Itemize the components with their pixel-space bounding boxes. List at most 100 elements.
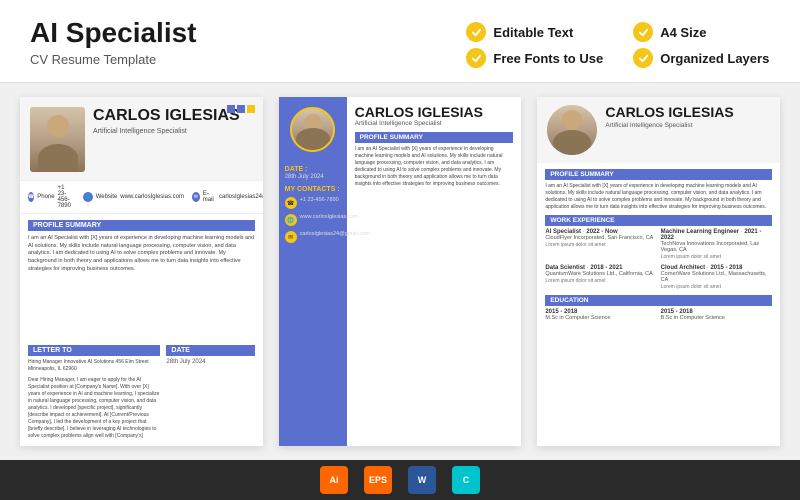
cv2-profile-text: I am an AI Specialist with [X] years of … — [355, 146, 514, 188]
word-icon-label: W — [418, 475, 427, 485]
feature-organized-layers: Organized Layers — [633, 48, 770, 68]
phone-icon: ☎ — [28, 192, 34, 202]
cv3-profile-section: PROFILE SUMMARY — [545, 169, 772, 180]
cv3-name-area: CARLOS IGLESIAS Artificial Intelligence … — [605, 105, 733, 129]
cv2-profile-section: PROFILE SUMMARY — [355, 132, 514, 143]
cv2-email-row: ✉ carlosIglesias24@gmail.com — [285, 231, 341, 243]
cv3-education-grid: 2015 - 2018 M.Sc in Computer Science 201… — [545, 309, 772, 321]
cv3-profile-text: I am an AI Specialist with [X] years of … — [545, 183, 772, 211]
cv3-exp2-company: TechNova Innovations Incorporated, Las V… — [661, 241, 772, 253]
cv1-date-title: DATE — [166, 345, 254, 356]
check-icon-fonts — [466, 48, 486, 68]
cv3-work-section: WORK EXPERIENCE — [545, 215, 772, 226]
cv1-person-title: Artificial Intelligence Specialist — [93, 128, 253, 135]
cv1-profile-text: I am an AI Specialist with [X] years of … — [28, 235, 255, 273]
cv1-photo — [30, 107, 85, 172]
cv-preview-1: CARLOS IGLESIAS Artificial Intelligence … — [20, 97, 263, 446]
cv1-website-value: www.carlosIglesias.com — [120, 194, 184, 200]
cv3-exp4-text: Lorem ipsum dolor sit amet — [661, 284, 772, 291]
check-icon-a4 — [633, 22, 653, 42]
cv2-inner: DATE : 28th July 2024 MY CONTACTS : ☎ +1… — [279, 97, 522, 446]
cv3-exp-1: AI Specialist · 2022 - Now CloudFlyer In… — [545, 229, 656, 261]
feature-label-fonts: Free Fonts to Use — [493, 51, 603, 66]
cv3-exp3-company: QuantumWare Solutions Ltd., California, … — [545, 271, 656, 277]
page-subtitle: CV Resume Template — [30, 52, 197, 67]
feature-label-layers: Organized Layers — [660, 51, 769, 66]
cv3-exp-3: Data Scientist · 2018 - 2021 QuantumWare… — [545, 265, 656, 291]
cv3-edu2-degree: B.Sc in Computer Science — [661, 315, 772, 321]
eps-icon-label: EPS — [369, 475, 387, 485]
page-title: AI Specialist — [30, 18, 197, 49]
cv1-email-label: E-mail — [203, 191, 216, 203]
cv1-profile-section: PROFILE SUMMARY — [28, 220, 255, 231]
cv2-person-name: CARLOS IGLESIAS — [355, 105, 514, 120]
cv-preview-2: DATE : 28th July 2024 MY CONTACTS : ☎ +1… — [279, 97, 522, 446]
website-icon: 🌐 — [83, 192, 93, 202]
cv1-phone-label: Phone — [37, 194, 54, 200]
bottom-icons-bar: Ai EPS W C — [0, 460, 800, 500]
cv3-exp4-company: CornerWare Solutions Ltd., Massachusetts… — [661, 271, 772, 283]
cv2-phone-value: +1 23-456-7890 — [300, 197, 339, 204]
cv1-body: PROFILE SUMMARY I am an AI Specialist wi… — [20, 214, 263, 345]
cv1-decorative-squares — [227, 105, 255, 113]
cv2-website-icon: 🌐 — [285, 214, 297, 226]
cv2-website-row: 🌐 www.carlosIglesias.com — [285, 214, 341, 226]
cv1-bottom: LETTER TO Hiring Manager Innovative AI S… — [20, 345, 263, 446]
page-wrapper: AI Specialist CV Resume Template Editabl… — [0, 0, 800, 500]
cv1-date-value: 28th July 2024 — [166, 359, 254, 365]
cv2-email-icon: ✉ — [285, 231, 297, 243]
cv2-date-section: DATE : 28th July 2024 MY CONTACTS : ☎ +1… — [279, 160, 347, 254]
cv2-person-silhouette — [292, 109, 333, 150]
cv2-date-label: DATE : — [285, 166, 341, 173]
feature-label-editable: Editable Text — [493, 25, 573, 40]
main-content: CARLOS IGLESIAS Artificial Intelligence … — [0, 83, 800, 460]
header-left: AI Specialist CV Resume Template — [30, 18, 197, 67]
cv3-edu1-degree: M.Sc in Computer Science — [545, 315, 656, 321]
cv3-header: CARLOS IGLESIAS Artificial Intelligence … — [537, 97, 780, 163]
cv-preview-3: CARLOS IGLESIAS Artificial Intelligence … — [537, 97, 780, 446]
cv1-letter-section: LETTER TO Hiring Manager Innovative AI S… — [28, 345, 160, 440]
cv1-letter-to: Hiring Manager Innovative AI Solutions 4… — [28, 359, 160, 373]
cv3-exp2-text: Lorem ipsum dolor sit amet — [661, 254, 772, 261]
cv3-exp-2: Machine Learning Engineer · 2021 - 2022 … — [661, 229, 772, 261]
cv3-exp3-text: Lorem ipsum dolor sit amet — [545, 278, 656, 285]
canva-icon: C — [452, 466, 480, 494]
cv1-letter-body: Dear Hiring Manager, I am eager to apply… — [28, 377, 160, 440]
features-grid: Editable Text A4 Size Free Fonts to Use … — [466, 22, 770, 68]
cv3-person-silhouette — [547, 105, 597, 155]
feature-editable-text: Editable Text — [466, 22, 603, 42]
cv3-experience-grid: AI Specialist · 2022 - Now CloudFlyer In… — [545, 229, 772, 290]
cv2-phone-icon: ☎ — [285, 197, 297, 209]
word-icon: W — [408, 466, 436, 494]
cv2-right-col: CARLOS IGLESIAS Artificial Intelligence … — [347, 97, 522, 446]
cv3-exp1-text: Lorem ipsum dolor sit amet — [545, 242, 656, 249]
cv3-body: PROFILE SUMMARY I am an AI Specialist wi… — [537, 163, 780, 446]
cv3-exp1-company: CloudFlyer Incorporated, San Francisco, … — [545, 235, 656, 241]
cv1-email-contact: ✉ E-mail carlosIglesias24@gmail.com — [192, 185, 263, 209]
cv3-edu-1: 2015 - 2018 M.Sc in Computer Science — [545, 309, 656, 321]
feature-a4-size: A4 Size — [633, 22, 770, 42]
cv2-contacts-label: MY CONTACTS : — [285, 186, 341, 193]
check-icon-layers — [633, 48, 653, 68]
cv1-phone-value: +1 23-456-7890 — [58, 185, 75, 209]
eps-icon: EPS — [364, 466, 392, 494]
cv3-education-section: EDUCATION — [545, 295, 772, 306]
cv2-date-value: 28th July 2024 — [285, 174, 341, 180]
email-icon: ✉ — [192, 192, 200, 202]
cv2-photo-area — [279, 97, 347, 160]
cv1-contact-bar: ☎ Phone +1 23-456-7890 🌐 Website www.car… — [20, 180, 263, 214]
cv1-date-section: DATE 28th July 2024 — [166, 345, 254, 440]
check-icon-editable — [466, 22, 486, 42]
header: AI Specialist CV Resume Template Editabl… — [0, 0, 800, 83]
cv2-phone-row: ☎ +1 23-456-7890 — [285, 197, 341, 209]
cv1-website-contact: 🌐 Website www.carlosIglesias.com — [83, 185, 184, 209]
cv2-website-value: www.carlosIglesias.com — [300, 214, 358, 221]
cv1-website-label: Website — [96, 194, 118, 200]
cv3-person-title: Artificial Intelligence Specialist — [605, 122, 733, 129]
cv2-person-title: Artificial Intelligence Specialist — [355, 120, 514, 127]
ai-icon-label: Ai — [330, 475, 339, 485]
feature-free-fonts: Free Fonts to Use — [466, 48, 603, 68]
cv1-email-value: carlosIglesias24@gmail.com — [219, 194, 263, 200]
cv2-left-col: DATE : 28th July 2024 MY CONTACTS : ☎ +1… — [279, 97, 347, 446]
cv1-person-silhouette — [30, 107, 85, 172]
